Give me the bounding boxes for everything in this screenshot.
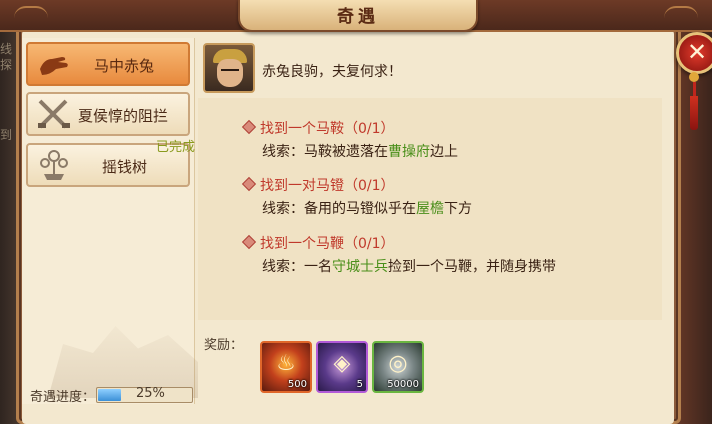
reward-item[interactable]: ♨ 500 <box>260 341 312 393</box>
sidebar-item-label: 夏侯惇的阻拦 <box>78 107 169 125</box>
reward-item[interactable]: ◎ 50000 <box>372 341 424 393</box>
progress-label: 奇遇进度： <box>30 390 96 405</box>
sidebar-item-chitu[interactable]: 马中赤兔 <box>26 42 190 86</box>
sidebar-item-label: 摇钱树 <box>102 158 148 176</box>
task-clue: 线索：一名守城士兵捡到一个马鞭，并随身携带 <box>262 259 556 275</box>
money-tree-icon <box>40 150 68 180</box>
background-text: 到 <box>0 128 13 142</box>
hand-icon <box>40 57 68 75</box>
adventure-screen: 线 探 到 奇遇 ✕ 马中赤兔 夏侯惇的阻拦 摇钱树 已完成 奇遇进度： 25%… <box>0 0 712 424</box>
crossed-swords-icon <box>38 99 70 129</box>
fire-orb-icon: ♨ <box>276 351 296 376</box>
reward-item[interactable]: ◈ 5 <box>316 341 368 393</box>
sidebar-item-xiahoudun[interactable]: 夏侯惇的阻拦 <box>26 92 190 136</box>
task-title: 找到一对马镫（0/1） <box>241 175 395 195</box>
title-plaque: 奇遇 <box>238 0 478 32</box>
coin-icon: ◎ <box>388 351 408 376</box>
task-title: 找到一个马鞭（0/1） <box>241 233 395 253</box>
background-text: 探 <box>0 58 13 72</box>
clue-highlight[interactable]: 曹操府 <box>388 144 430 160</box>
purple-bag-icon: ◈ <box>333 351 351 376</box>
reward-quantity: 5 <box>356 379 363 390</box>
sidebar-item-label: 马中赤兔 <box>94 57 155 75</box>
reward-quantity: 500 <box>287 379 307 390</box>
diamond-bullet-icon <box>241 119 257 135</box>
title-ornament-right <box>664 6 698 22</box>
clue-highlight[interactable]: 屋檐 <box>416 201 444 217</box>
diamond-bullet-icon <box>241 176 257 192</box>
task-clue: 线索：马鞍被遗落在曹操府边上 <box>262 144 458 160</box>
progress-fill <box>98 389 121 401</box>
progress-text: 25% <box>136 386 165 401</box>
reward-label: 奖励： <box>204 338 244 353</box>
diamond-bullet-icon <box>241 234 257 250</box>
title-ornament-left <box>14 6 48 22</box>
dialog-text: 赤兔良驹，夫复何求！ <box>262 64 402 80</box>
close-icon: ✕ <box>686 38 708 66</box>
ink-landscape-decoration <box>48 326 198 398</box>
task-title: 找到一个马鞍（0/1） <box>241 118 395 138</box>
background-text: 线 <box>0 42 13 56</box>
reward-quantity: 50000 <box>387 379 419 390</box>
close-button[interactable]: ✕ <box>676 32 712 74</box>
title-bar: 奇遇 <box>0 0 712 32</box>
tassel-decoration <box>689 72 699 132</box>
clue-highlight[interactable]: 守城士兵 <box>332 259 388 275</box>
completed-tag: 已完成 <box>156 140 196 155</box>
hero-portrait <box>203 43 255 93</box>
task-clue: 线索：备用的马镫似乎在屋檐下方 <box>262 201 472 217</box>
window-title: 奇遇 <box>337 7 379 27</box>
